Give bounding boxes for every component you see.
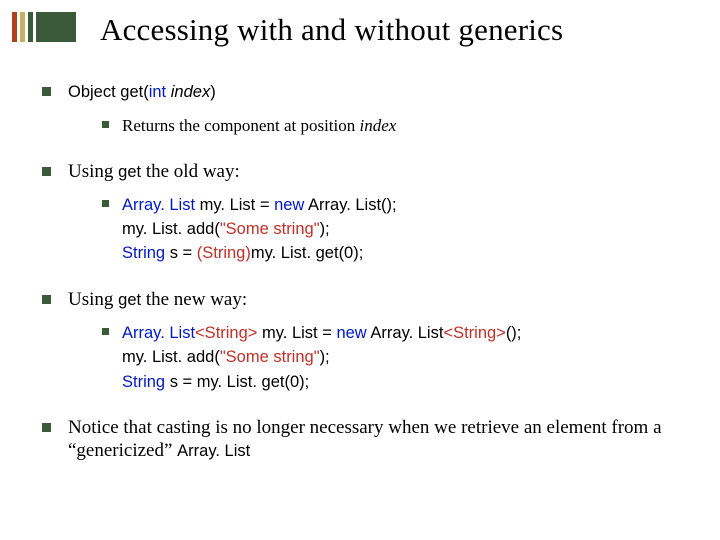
slide-body: Object get(int index) Returns the compon… <box>42 80 690 485</box>
bullet-old-way: Using get the old way: Array. List my. L… <box>42 160 690 266</box>
accent-bar-4 <box>36 12 76 42</box>
accent-bars <box>12 12 76 42</box>
slide: Accessing with and without generics Obje… <box>0 0 720 540</box>
sig-desc-index: index <box>360 116 397 135</box>
sig-paren-close: ) <box>210 83 216 101</box>
sig-param-name: index <box>171 83 210 101</box>
sig-method-name: get <box>120 83 143 101</box>
accent-bar-3 <box>28 12 33 42</box>
note-class: Array. List <box>177 442 250 460</box>
sig-return-type: Object <box>68 83 116 101</box>
bullet-note: Notice that casting is no longer necessa… <box>42 416 690 464</box>
old-way-fn: get <box>118 163 141 181</box>
sig-param-type: int <box>149 83 166 101</box>
accent-bar-2 <box>20 12 25 42</box>
new-way-code: Array. List<String> my. List = new Array… <box>102 321 690 393</box>
old-way-code: Array. List my. List = new Array. List()… <box>102 193 690 265</box>
slide-title: Accessing with and without generics <box>100 12 563 48</box>
accent-bar-1 <box>12 12 17 42</box>
sig-description: Returns the component at position index <box>102 114 690 138</box>
new-way-fn: get <box>118 291 141 309</box>
bullet-new-way: Using get the new way: Array. List<Strin… <box>42 288 690 394</box>
bullet-signature: Object get(int index) Returns the compon… <box>42 80 690 138</box>
